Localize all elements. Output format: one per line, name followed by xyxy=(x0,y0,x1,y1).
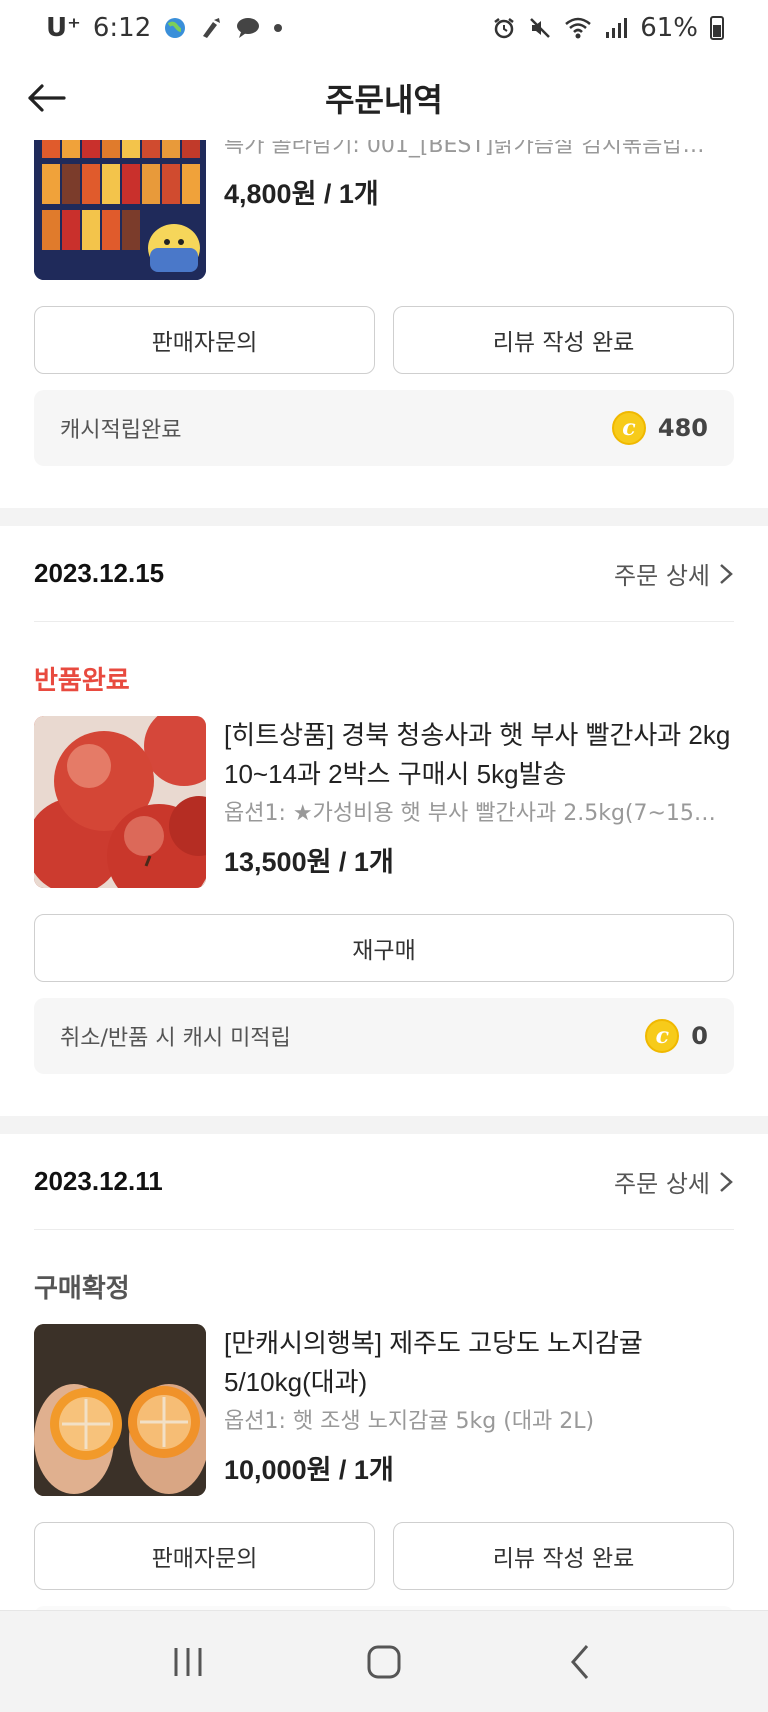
product-name[interactable]: [만캐시의행복] 제주도 고당도 노지감귤 5/10kg(대과) xyxy=(224,1324,734,1402)
order-date: 2023.12.11 xyxy=(34,1166,163,1196)
product-price: 13,500원 / 1개 xyxy=(224,847,394,877)
review-complete-button[interactable]: 리뷰 작성 완료 xyxy=(393,1522,734,1590)
product-thumbnail[interactable] xyxy=(34,140,206,280)
app-header: 주문내역 xyxy=(0,56,768,140)
product-row: [히트상품] 경북 청송사과 햇 부사 빨간사과 2kg 10~14과 2박스 … xyxy=(34,702,734,888)
order-detail-link[interactable]: 주문 상세 xyxy=(614,556,734,591)
product-info: 특가 골라담기: 001_[BEST]닭가슴살 김치볶음밥… 4,800원 / … xyxy=(224,140,734,280)
section-divider xyxy=(0,1116,768,1134)
signal-icon xyxy=(604,16,628,40)
status-bar: U⁺ 6:12 61% xyxy=(0,0,768,56)
cash-reward-row: 캐시적립완료 c 480 xyxy=(34,390,734,466)
review-complete-button[interactable]: 리뷰 작성 완료 xyxy=(393,306,734,374)
order-status: 구매확정 xyxy=(34,1274,130,1304)
order-card: 2023.12.15 주문 상세 반품완료 [히트상품] 경북 청송사과 햇 부… xyxy=(0,526,768,1116)
cash-amount: 0 xyxy=(691,1022,708,1050)
recents-button[interactable] xyxy=(148,1632,228,1692)
seller-inquiry-button[interactable]: 판매자문의 xyxy=(34,306,375,374)
home-icon xyxy=(367,1645,401,1678)
product-thumbnail[interactable] xyxy=(34,716,206,888)
order-card: 특가 골라담기: 001_[BEST]닭가슴살 김치볶음밥… 4,800원 / … xyxy=(0,140,768,508)
snack-pack-image xyxy=(34,140,206,280)
system-nav-bar xyxy=(0,1610,768,1712)
chevron-right-icon xyxy=(720,563,733,584)
cash-coin-icon: c xyxy=(645,1019,680,1053)
back-button[interactable] xyxy=(22,74,70,122)
order-detail-label: 주문 상세 xyxy=(614,562,710,590)
arrow-left-icon xyxy=(28,84,66,112)
status-left: U⁺ 6:12 xyxy=(46,13,283,43)
product-info: [만캐시의행복] 제주도 고당도 노지감귤 5/10kg(대과) 옵션1: 햇 … xyxy=(224,1324,734,1496)
cash-reward-row: 취소/반품 시 캐시 미적립 c 0 xyxy=(34,998,734,1074)
action-buttons: 판매자문의 리뷰 작성 완료 xyxy=(34,1522,734,1590)
chat-bubble-icon xyxy=(235,16,261,40)
mute-icon xyxy=(528,16,552,40)
clock: 6:12 xyxy=(92,13,152,43)
cash-amount: 480 xyxy=(657,414,708,442)
status-right: 61% xyxy=(492,13,724,43)
order-header: 2023.12.15 주문 상세 xyxy=(34,526,734,622)
notification-dot-icon xyxy=(273,23,283,33)
globe-icon xyxy=(163,16,187,40)
cash-value: c 0 xyxy=(645,1019,708,1053)
cash-value: c 480 xyxy=(611,411,708,445)
product-info: [히트상품] 경북 청송사과 햇 부사 빨간사과 2kg 10~14과 2박스 … xyxy=(224,716,734,888)
product-option: 옵션1: ★가성비용 햇 부사 빨간사과 2.5kg(7~15… xyxy=(224,801,716,826)
chevron-left-icon xyxy=(571,1644,589,1679)
order-date: 2023.12.15 xyxy=(34,558,165,588)
action-buttons: 판매자문의 리뷰 작성 완료 xyxy=(34,306,734,374)
product-name[interactable]: [히트상품] 경북 청송사과 햇 부사 빨간사과 2kg 10~14과 2박스 … xyxy=(224,716,734,794)
action-buttons: 재구매 xyxy=(34,914,734,982)
recents-icon xyxy=(174,1647,202,1676)
battery-icon xyxy=(710,16,724,40)
wifi-icon xyxy=(564,16,592,40)
order-detail-label: 주문 상세 xyxy=(614,1170,710,1198)
cash-label: 캐시적립완료 xyxy=(60,418,182,443)
home-button[interactable] xyxy=(344,1632,424,1692)
apple-image xyxy=(34,716,206,888)
brush-icon xyxy=(199,16,223,40)
battery-percent: 61% xyxy=(640,13,698,43)
back-nav-button[interactable] xyxy=(540,1632,620,1692)
order-status: 반품완료 xyxy=(34,666,130,696)
product-price: 4,800원 / 1개 xyxy=(224,179,379,209)
cash-coin-icon: c xyxy=(611,411,646,445)
carrier-label: U⁺ xyxy=(46,13,81,43)
page-title: 주문내역 xyxy=(325,81,443,119)
repurchase-button[interactable]: 재구매 xyxy=(34,914,734,982)
order-list[interactable]: 특가 골라담기: 001_[BEST]닭가슴살 김치볶음밥… 4,800원 / … xyxy=(0,140,768,1610)
product-option: 특가 골라담기: 001_[BEST]닭가슴살 김치볶음밥… xyxy=(224,140,705,158)
tangerine-image xyxy=(34,1324,206,1496)
product-option: 옵션1: 햇 조생 노지감귤 5kg (대과 2L) xyxy=(224,1409,595,1434)
chevron-right-icon xyxy=(720,1171,733,1192)
product-row: [만캐시의행복] 제주도 고당도 노지감귤 5/10kg(대과) 옵션1: 햇 … xyxy=(34,1310,734,1496)
product-row: 특가 골라담기: 001_[BEST]닭가슴살 김치볶음밥… 4,800원 / … xyxy=(34,140,734,280)
seller-inquiry-button[interactable]: 판매자문의 xyxy=(34,1522,375,1590)
order-header: 2023.12.11 주문 상세 xyxy=(34,1134,734,1230)
cash-label: 취소/반품 시 캐시 미적립 xyxy=(60,1026,291,1051)
product-thumbnail[interactable] xyxy=(34,1324,206,1496)
section-divider xyxy=(0,508,768,526)
alarm-icon xyxy=(492,16,516,40)
order-detail-link[interactable]: 주문 상세 xyxy=(614,1164,734,1199)
product-price: 10,000원 / 1개 xyxy=(224,1455,394,1485)
order-card: 2023.12.11 주문 상세 구매확정 [만캐시의행복] 제주도 고당도 노… xyxy=(0,1134,768,1610)
